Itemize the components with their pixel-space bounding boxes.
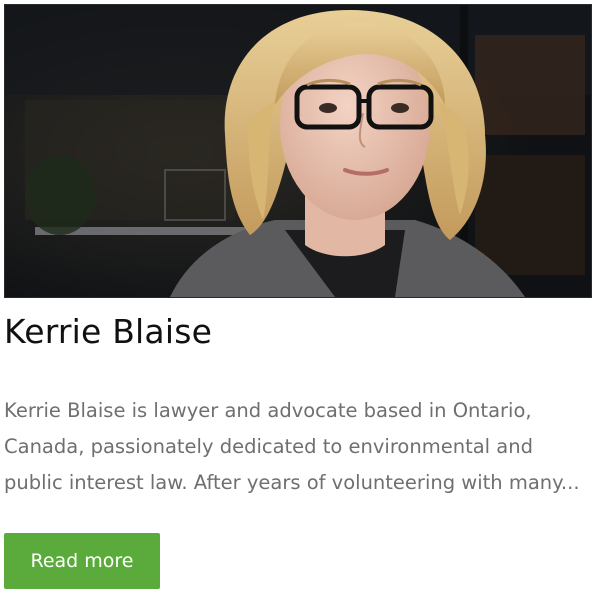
read-more-button[interactable]: Read more xyxy=(4,533,160,589)
portrait-illustration xyxy=(5,5,591,297)
excerpt-line: Kerrie Blaise is lawyer and advocate bas… xyxy=(4,399,532,422)
profile-name: Kerrie Blaise xyxy=(4,312,213,351)
profile-photo xyxy=(4,4,592,298)
excerpt-line: Canada, passionately dedicated to enviro… xyxy=(4,435,533,458)
excerpt-line: public interest law. After years of volu… xyxy=(4,471,580,494)
profile-card: Kerrie Blaise Kerrie Blaise is lawyer an… xyxy=(0,0,600,600)
profile-excerpt: Kerrie Blaise is lawyer and advocate bas… xyxy=(4,393,594,501)
